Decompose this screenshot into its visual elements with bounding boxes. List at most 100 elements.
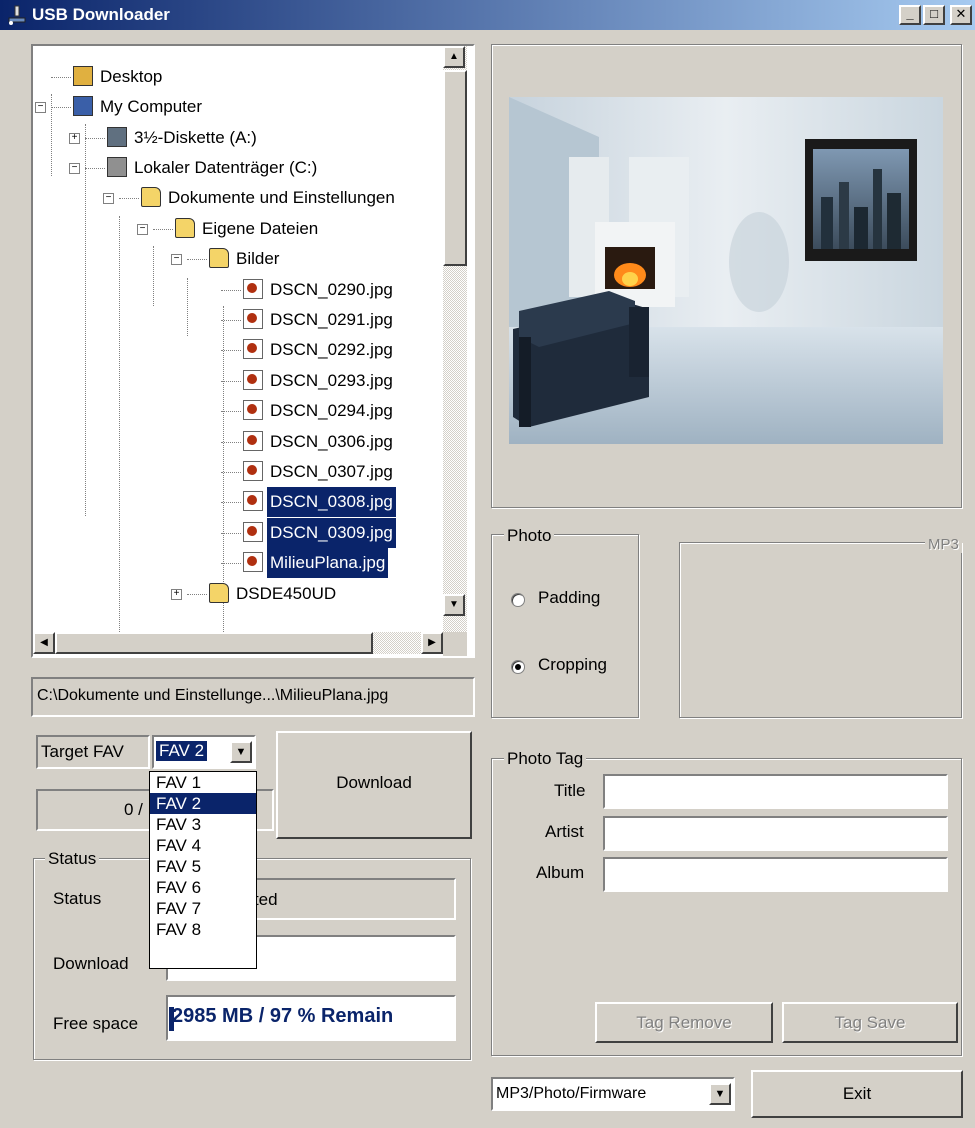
mode-select[interactable]: MP3/Photo/Firmware ▼ <box>491 1077 735 1111</box>
target-fav-label: Target FAV <box>41 742 124 761</box>
tree-guide-line <box>221 289 241 291</box>
tree-guide-line <box>187 259 207 261</box>
collapse-icon[interactable]: − <box>137 223 148 235</box>
tree-guide-line <box>187 278 188 336</box>
tree-item-label[interactable]: Lokaler Datenträger (C:) <box>131 153 320 183</box>
tree-item-label[interactable]: DSCN_0293.jpg <box>267 366 396 396</box>
target-fav-value: FAV 2 <box>156 741 208 761</box>
image-file-icon <box>243 491 263 512</box>
tree-item-label[interactable]: DSCN_0308.jpg <box>267 487 396 518</box>
tree-item-label[interactable]: DSCN_0290.jpg <box>267 275 396 305</box>
tree-guide-line <box>221 380 241 382</box>
tree-vscroll-thumb[interactable] <box>443 70 467 266</box>
title-label: Title <box>554 781 586 800</box>
fav-option[interactable]: FAV 5 <box>150 856 256 877</box>
title-bar: USB Downloader _ □ ✕ <box>0 0 975 30</box>
mode-select-value: MP3/Photo/Firmware <box>496 1085 647 1102</box>
artist-input[interactable] <box>603 816 948 851</box>
exit-button[interactable]: Exit <box>751 1070 963 1118</box>
scroll-left-arrow-icon[interactable]: ◀ <box>33 632 55 654</box>
tree-guide-line <box>221 563 241 565</box>
fav-option[interactable]: FAV 3 <box>150 814 256 835</box>
tree-item-label[interactable]: DSCN_0294.jpg <box>267 396 396 426</box>
scroll-down-arrow-icon[interactable]: ▼ <box>443 594 465 616</box>
album-input[interactable] <box>603 857 948 892</box>
tree-item-label[interactable]: DSDE450UD <box>233 579 339 609</box>
tree-guide-line <box>153 228 173 230</box>
scroll-right-arrow-icon[interactable]: ▶ <box>421 632 443 654</box>
maximize-button[interactable]: □ <box>923 5 945 25</box>
tree-guide-line <box>221 472 241 473</box>
target-fav-dropdown-list[interactable]: FAV 1 FAV 2 FAV 3 FAV 4 FAV 5 FAV 6 FAV 7 FAV 8 <box>149 771 257 969</box>
free-space-value: 2985 MB / 97 % Remain <box>172 1005 394 1027</box>
collapse-icon[interactable]: − <box>35 102 46 114</box>
image-file-icon <box>243 309 263 329</box>
tree-item-label[interactable]: DSCN_0291.jpg <box>267 305 396 335</box>
tree-guide-line <box>119 198 139 200</box>
floppy-icon <box>107 126 127 147</box>
tree-item-label[interactable]: DSCN_0307.jpg <box>267 457 396 487</box>
collapse-icon[interactable]: − <box>171 254 182 266</box>
image-file-icon <box>243 461 263 481</box>
folder-tree[interactable]: Desktop − My Computer +3½-Diskette (A:) − Lok… <box>33 46 473 656</box>
tag-save-button[interactable]: Tag Save <box>782 1002 958 1043</box>
image-file-icon <box>243 278 263 299</box>
image-file-icon <box>243 369 263 390</box>
tree-guide-line <box>153 246 154 306</box>
fav-option[interactable]: FAV 8 <box>150 919 256 940</box>
tree-item-label[interactable]: DSCN_0309.jpg <box>267 517 396 548</box>
tree-guide-line <box>221 320 241 321</box>
expand-icon[interactable]: + <box>69 132 80 144</box>
window-title: USB Downloader <box>32 5 170 24</box>
folder-icon <box>175 217 195 238</box>
progress-text: 0 / <box>124 800 143 819</box>
free-space-label: Free space <box>53 1014 139 1033</box>
image-file-icon <box>243 339 263 360</box>
tree-guide-line <box>187 593 207 595</box>
collapse-icon[interactable]: − <box>69 163 80 174</box>
scroll-up-arrow-icon[interactable]: ▲ <box>443 46 465 68</box>
cropping-radio[interactable] <box>511 660 525 674</box>
tree-item-label[interactable]: My Computer <box>97 92 205 122</box>
tree-item-label[interactable]: Eigene Dateien <box>199 214 321 244</box>
close-button[interactable]: ✕ <box>950 5 972 25</box>
fav-option[interactable]: FAV 1 <box>150 772 256 793</box>
padding-radio[interactable] <box>511 593 525 607</box>
fav-option[interactable]: FAV 6 <box>150 877 256 898</box>
expand-icon[interactable]: + <box>171 588 182 600</box>
tree-guide-line <box>85 124 86 516</box>
mp3-group <box>679 542 962 718</box>
download-button[interactable]: Download <box>276 731 472 839</box>
tree-item-label[interactable]: DSCN_0306.jpg <box>267 427 396 457</box>
image-file-icon <box>243 400 263 421</box>
mode-dropdown-arrow-icon[interactable]: ▼ <box>709 1083 731 1105</box>
collapse-icon[interactable]: − <box>103 193 114 205</box>
target-fav-select[interactable]: FAV 2 ▼ <box>152 735 256 769</box>
tag-remove-button[interactable]: Tag Remove <box>595 1002 773 1043</box>
tree-horizontal-scrollbar[interactable]: ◀ ▶ <box>33 632 443 654</box>
minimize-button[interactable]: _ <box>899 5 921 25</box>
tree-item-label[interactable]: Bilder <box>233 244 282 274</box>
tree-guide-line <box>221 350 241 352</box>
artist-label: Artist <box>545 822 584 841</box>
tree-item-label[interactable]: MilieuPlana.jpg <box>267 548 389 579</box>
fav-option[interactable]: FAV 7 <box>150 898 256 919</box>
dropdown-arrow-icon[interactable]: ▼ <box>230 741 252 763</box>
download-label: Download <box>53 954 129 973</box>
folder-icon <box>141 187 161 208</box>
tree-guide-line <box>119 216 120 646</box>
status-group-legend: Status <box>45 849 100 869</box>
padding-label[interactable]: Padding <box>538 588 600 608</box>
tree-vertical-scrollbar[interactable]: ▲ ▼ <box>443 46 467 632</box>
tree-item-label[interactable]: Dokumente und Einstellungen <box>165 183 398 213</box>
fav-option[interactable]: FAV 4 <box>150 835 256 856</box>
tree-item-label[interactable]: DSCN_0292.jpg <box>267 335 396 365</box>
mp3-group-legend: MP3 <box>925 536 962 553</box>
title-input[interactable] <box>603 774 948 809</box>
tree-hscroll-thumb[interactable] <box>55 632 373 654</box>
fav-option[interactable]: FAV 2 <box>150 793 256 814</box>
tree-item-label[interactable]: 3½-Diskette (A:) <box>131 123 260 153</box>
cropping-label[interactable]: Cropping <box>538 655 607 675</box>
tree-guide-line <box>51 107 71 109</box>
tree-item-label[interactable]: Desktop <box>97 62 165 92</box>
